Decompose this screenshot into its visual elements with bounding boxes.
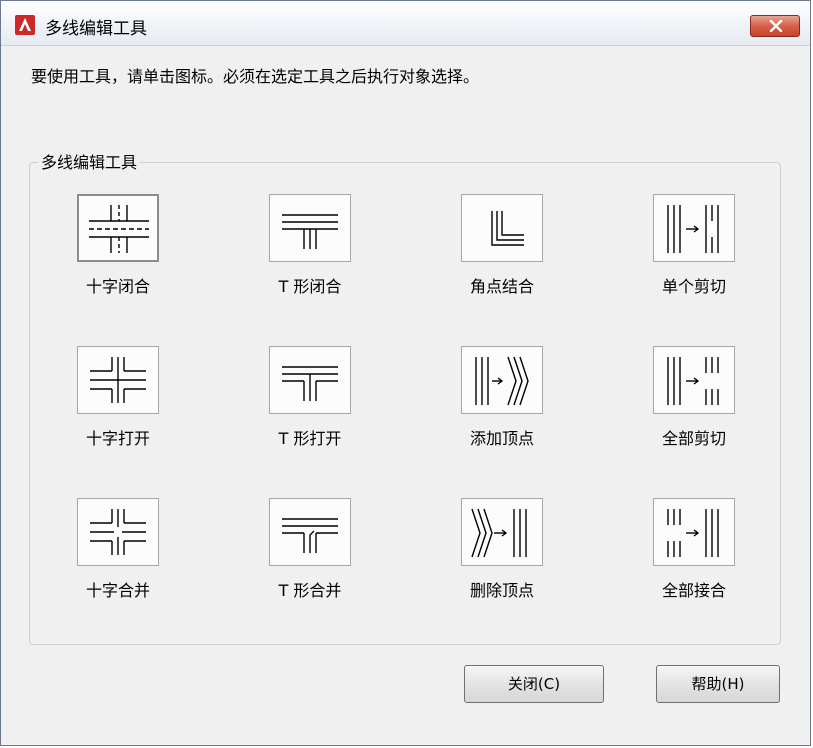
- delete-vertex-button[interactable]: [461, 498, 543, 566]
- help-button[interactable]: 帮助(H): [656, 665, 780, 703]
- tee-closed-icon: [282, 214, 338, 249]
- tool-label: T 形闭合: [278, 277, 342, 296]
- tool-tee-close[interactable]: T 形闭合: [240, 194, 380, 314]
- tool-label: 十字合并: [85, 581, 150, 600]
- window-title: 多线编辑工具: [45, 19, 147, 39]
- tool-label: 全部接合: [661, 581, 726, 600]
- group-label: 多线编辑工具: [38, 149, 141, 173]
- weld-all-button[interactable]: [653, 498, 735, 566]
- cut-all-icon: [667, 357, 719, 405]
- tee-open-button[interactable]: [269, 346, 351, 414]
- corner-joint-button[interactable]: [461, 194, 543, 262]
- cross-open-button[interactable]: [77, 346, 159, 414]
- cut-single-button[interactable]: [653, 194, 735, 262]
- cross-merge-button[interactable]: [77, 498, 159, 566]
- tool-cross-merge[interactable]: 十字合并: [48, 498, 188, 618]
- tool-label: 单个剪切: [661, 277, 726, 296]
- tool-tee-open[interactable]: T 形打开: [240, 346, 380, 466]
- cross-close-button[interactable]: [77, 194, 159, 262]
- add-vertex-button[interactable]: [461, 346, 543, 414]
- tee-close-button[interactable]: [269, 194, 351, 262]
- window-close-button[interactable]: [750, 15, 800, 37]
- close-button[interactable]: 关闭(C): [464, 665, 604, 703]
- cut-all-button[interactable]: [653, 346, 735, 414]
- tool-cross-open[interactable]: 十字打开: [48, 346, 188, 466]
- tool-label: 全部剪切: [661, 429, 726, 448]
- tool-delete-vertex[interactable]: 删除顶点: [432, 498, 572, 618]
- title-bar[interactable]: 多线编辑工具: [1, 1, 810, 46]
- close-icon: [769, 20, 783, 32]
- tool-label: 添加顶点: [469, 429, 534, 448]
- tool-label: T 形打开: [278, 429, 342, 448]
- tool-tee-merge[interactable]: T 形合并: [240, 498, 380, 618]
- tee-merged-icon: [282, 518, 338, 553]
- tool-weld-all[interactable]: 全部接合: [624, 498, 764, 618]
- tool-corner-joint[interactable]: 角点结合: [432, 194, 572, 314]
- tee-merge-button[interactable]: [269, 498, 351, 566]
- cut-single-icon: [667, 205, 719, 253]
- tool-label: 十字闭合: [85, 277, 150, 296]
- autocad-logo-icon: [15, 15, 35, 35]
- tool-label: 角点结合: [469, 277, 534, 296]
- tool-cut-single[interactable]: 单个剪切: [624, 194, 764, 314]
- cross-open-icon: [90, 357, 146, 403]
- tool-label: 十字打开: [85, 429, 150, 448]
- weld-all-icon: [667, 509, 719, 557]
- tool-cut-all[interactable]: 全部剪切: [624, 346, 764, 466]
- add-vertex-icon: [475, 356, 529, 406]
- tool-add-vertex[interactable]: 添加顶点: [432, 346, 572, 466]
- tee-open-icon: [282, 366, 338, 401]
- tool-label: T 形合并: [278, 581, 342, 600]
- corner-joint-icon: [491, 211, 524, 246]
- delete-vertex-icon: [471, 508, 527, 558]
- tool-cross-close[interactable]: 十字闭合: [48, 194, 188, 314]
- multiline-edit-dialog: 多线编辑工具 要使用工具，请单击图标。必须在选定工具之后执行对象选择。 多线编辑…: [0, 0, 811, 746]
- cross-closed-icon: [89, 205, 149, 253]
- cross-merged-icon: [90, 509, 146, 555]
- instruction-text: 要使用工具，请单击图标。必须在选定工具之后执行对象选择。: [31, 67, 480, 86]
- tool-label: 删除顶点: [469, 581, 534, 600]
